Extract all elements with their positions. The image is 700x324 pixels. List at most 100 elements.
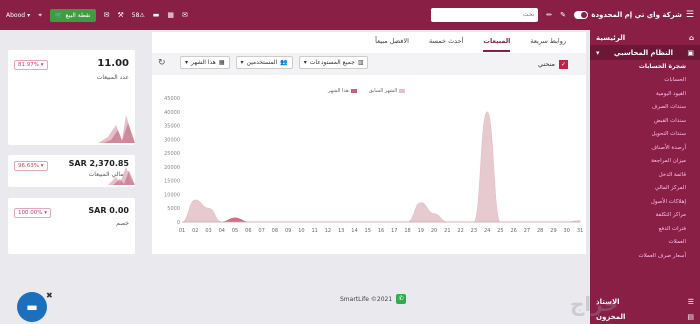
y-tick-label: 30000: [164, 137, 180, 143]
building-icon: ▥: [357, 59, 364, 66]
period-filter-label: هذا الشهر: [191, 59, 216, 66]
sidebar-item-label: النظام المحاسبي: [613, 48, 674, 57]
pencil-icon[interactable]: ✏: [546, 11, 552, 19]
close-icon[interactable]: ✖: [46, 291, 53, 300]
tab-best-selling[interactable]: الافضل مبيعاً: [375, 37, 409, 52]
company-name: شركة واي تي إم المحدودة: [591, 11, 682, 19]
box-icon: ▤: [687, 312, 694, 321]
notification-count: 58: [131, 11, 140, 19]
sidebar-subitem[interactable]: مراكز التكلفة: [590, 209, 700, 223]
user-menu[interactable]: Abood ▾: [6, 12, 30, 19]
y-tick-label: 40000: [164, 110, 180, 116]
filter-bar: ✓ منحني ▥ جميع المستودعات ▾ 👥 المستخدمين ▾ ▦…: [152, 53, 586, 75]
x-tick-label: 28: [537, 228, 543, 234]
theme-toggle[interactable]: [574, 11, 588, 19]
y-tick-label: 20000: [164, 165, 180, 171]
tab-sales[interactable]: المبيعات: [483, 37, 511, 52]
x-tick-label: 07: [258, 228, 264, 234]
x-tick-label: 01: [179, 228, 185, 234]
x-tick-label: 12: [325, 228, 331, 234]
footer: SmartLife ©2021 ✆: [340, 294, 407, 304]
x-tick-label: 27: [524, 228, 530, 234]
kpi-sparkline: [108, 167, 135, 185]
warehouse-filter[interactable]: ▥ جميع المستودعات ▾: [298, 56, 369, 69]
kpi-percent-badge: 81.97% ▾: [14, 60, 48, 70]
y-tick-label: 5000: [167, 206, 180, 212]
x-tick-label: 19: [418, 228, 424, 234]
chat-button[interactable]: ▬: [17, 292, 47, 322]
topbar-left: Abood ▾ ⌖ 🛒 نقطة البيع ✉ ⚒ 58⚠ ▬ ▦ ✉: [6, 0, 188, 30]
curve-checkbox-label: منحني: [537, 60, 555, 68]
x-tick-label: 10: [298, 228, 304, 234]
refresh-icon[interactable]: ↻: [158, 58, 166, 68]
sidebar-item-home[interactable]: ⌂ الرئيسية: [590, 30, 700, 45]
chevron-down-icon: ▾: [596, 48, 600, 57]
x-tick-label: 20: [431, 228, 437, 234]
series-this-month-area: [182, 217, 580, 223]
company-title[interactable]: ☰ شركة واي تي إم المحدودة: [590, 10, 700, 20]
tab-quick-links[interactable]: روابط سريعة: [530, 37, 566, 52]
x-tick-label: 11: [311, 228, 317, 234]
search-input[interactable]: [431, 8, 539, 22]
sidebar-subitem[interactable]: العملات: [590, 236, 700, 250]
sidebar-subitem[interactable]: ميزان المراجعة: [590, 155, 700, 169]
sidebar-subitem[interactable]: الحسابات: [590, 74, 700, 88]
kpi-percent: 81.97%: [18, 62, 39, 68]
x-tick-label: 15: [365, 228, 371, 234]
chevron-down-icon: ▾: [303, 59, 307, 66]
home-icon: ⌂: [688, 33, 694, 42]
sidebar-subitem[interactable]: القيود اليومية: [590, 87, 700, 101]
sidebar-subitem[interactable]: سندات القبض: [590, 114, 700, 128]
sidebar-subitem[interactable]: فترات الدفع: [590, 222, 700, 236]
sales-chart: 45000 40000 35000 30000 25000 20000 15000 10000…: [164, 96, 583, 234]
calculator-icon[interactable]: ▦: [167, 11, 174, 19]
x-tick-label: 18: [404, 228, 410, 234]
period-filter[interactable]: ▦ هذا الشهر ▾: [180, 56, 230, 69]
money-icon[interactable]: ▬: [153, 11, 160, 19]
sidebar-item-erp[interactable]: ▣ النظام المحاسبي ▾: [590, 45, 700, 60]
x-tick-label: 09: [285, 228, 291, 234]
sidebar-subitem[interactable]: أسعار صرف العملات: [590, 249, 700, 263]
tab-latest-five[interactable]: أحدث خمسة: [429, 37, 463, 52]
sidebar-subitem[interactable]: سندات التحويل: [590, 128, 700, 142]
sidebar-subitem[interactable]: شجرة الحسابات: [590, 60, 700, 74]
whatsapp-icon[interactable]: ✆: [396, 294, 407, 304]
sidebar-subitem[interactable]: إهلاكات الأصول: [590, 195, 700, 209]
sidebar-subitem[interactable]: أرصدة الأصناف: [590, 141, 700, 155]
location-icon[interactable]: ⌖: [38, 11, 42, 20]
users-icon: 👥: [280, 59, 288, 66]
users-filter-label: المستخدمين: [246, 59, 278, 66]
y-tick-label: 25000: [164, 151, 180, 157]
curve-checkbox[interactable]: ✓: [559, 59, 568, 69]
x-tick-label: 23: [471, 228, 477, 234]
y-tick-label: 35000: [164, 124, 180, 130]
series-last-month-area: [181, 111, 581, 223]
notification-badge[interactable]: 58⚠: [132, 12, 145, 19]
sidebar-subitem[interactable]: سندات الصرف: [590, 101, 700, 115]
x-tick-label: 05: [232, 228, 238, 234]
x-tick-label: 06: [245, 228, 251, 234]
menu-icon[interactable]: ☰: [686, 10, 694, 20]
x-tick-label: 16: [378, 228, 384, 234]
chevron-down-icon: ▾: [27, 11, 31, 19]
cube-icon: ▣: [687, 48, 694, 57]
hammer-icon[interactable]: ⚒: [117, 11, 123, 19]
pos-button[interactable]: 🛒 نقطة البيع: [50, 8, 96, 22]
footer-text: SmartLife ©2021: [340, 295, 393, 303]
warehouse-filter-label: جميع المستودعات: [309, 59, 355, 66]
kpi-value: SAR 0.00: [88, 206, 129, 215]
kpi-discount: SAR 0.00 خصم 100.00% ▾: [8, 198, 135, 254]
sidebar-subitem[interactable]: المركز المالي: [590, 182, 700, 196]
mail-icon[interactable]: ✉: [104, 11, 110, 19]
users-filter[interactable]: 👥 المستخدمين ▾: [235, 56, 293, 69]
brush-icon[interactable]: ✎: [560, 11, 566, 19]
x-tick-label: 24: [484, 228, 490, 234]
filter-buttons: ▥ جميع المستودعات ▾ 👥 المستخدمين ▾ ▦ هذا الشه…: [180, 56, 369, 69]
top-bar: ☰ شركة واي تي إم المحدودة ✎ ✏ Abood▾ ⌖ 🛒…: [0, 0, 700, 30]
chevron-down-icon: ▾: [185, 59, 189, 66]
envelope-icon[interactable]: ✉: [182, 11, 188, 19]
x-tick-label: 17: [391, 228, 397, 234]
cart-icon: 🛒: [55, 11, 63, 19]
x-tick-label: 21: [444, 228, 450, 234]
sidebar-subitem[interactable]: قائمة الدخل: [590, 168, 700, 182]
